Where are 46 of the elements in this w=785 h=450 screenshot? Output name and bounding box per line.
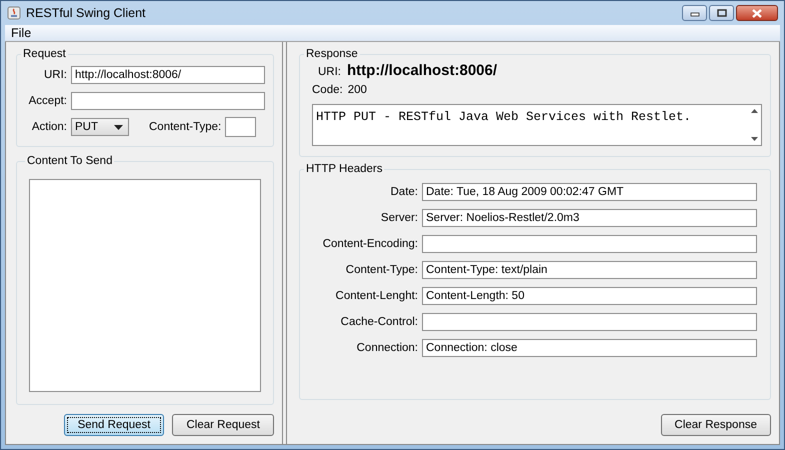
field-label: Content-Encoding: (322, 238, 418, 250)
java-cup-icon (7, 6, 21, 20)
dropdown[interactable]: PUT (71, 118, 129, 136)
field-label: Action: (30, 121, 67, 133)
input-field[interactable]: Connection: close (422, 339, 757, 357)
input-field[interactable]: Server: Noelios-Restlet/2.0m3 (422, 209, 757, 227)
send-request-button[interactable]: Send Request (64, 414, 164, 436)
input-field[interactable] (422, 313, 757, 331)
group-title: HTTP Headers (305, 163, 384, 175)
close-button[interactable] (736, 5, 778, 21)
response-uri: http://localhost:8006/ (347, 62, 498, 79)
input-field[interactable]: Date: Tue, 18 Aug 2009 00:02:47 GMT (422, 183, 757, 201)
field-label: Content-Type: (344, 264, 418, 276)
field-label: URI: (43, 69, 67, 81)
text-area[interactable]: HTTP PUT - RESTful Java Web Services with Restlet. (312, 104, 762, 146)
field-label: Code: (312, 84, 343, 98)
field-label: Connection: (356, 342, 418, 354)
minimize-button[interactable] (682, 5, 707, 21)
input-field[interactable]: Content-Type: text/plain (422, 261, 757, 279)
field-label: Content-Type: (149, 121, 222, 133)
group-title: Content To Send (26, 155, 114, 167)
caret-icon (114, 124, 123, 130)
window-title: RESTful Swing Client (26, 6, 146, 20)
field-label: URI: (318, 66, 341, 78)
field-label: Server: (380, 212, 418, 224)
close-icon (751, 8, 763, 18)
field-label: Accept: (28, 95, 67, 107)
field-label: Date: (390, 186, 418, 198)
scroll-down-icon[interactable] (750, 137, 758, 141)
group-title: Response (305, 48, 359, 60)
group-title: Request (22, 48, 67, 60)
maximize-button[interactable] (709, 5, 734, 21)
input-field[interactable]: Content-Length: 50 (422, 287, 757, 305)
input-field[interactable] (225, 117, 256, 137)
clear-request-button[interactable]: Clear Request (172, 414, 274, 436)
scroll-up-icon[interactable] (750, 109, 758, 113)
input-field[interactable]: http://localhost:8006/ (71, 66, 265, 84)
input-field[interactable] (422, 235, 757, 253)
input-field[interactable] (71, 92, 265, 110)
response-body: HTTP PUT - RESTful Java Web Services with Restlet. (315, 109, 692, 126)
status-code: 200 (348, 84, 367, 98)
field-label: Cache-Control: (340, 316, 418, 328)
field-label: Content-Lenght: (334, 290, 418, 302)
menu-item[interactable]: File (11, 26, 32, 40)
maximize-icon (716, 9, 726, 17)
clear-response-button[interactable]: Clear Response (660, 414, 771, 436)
